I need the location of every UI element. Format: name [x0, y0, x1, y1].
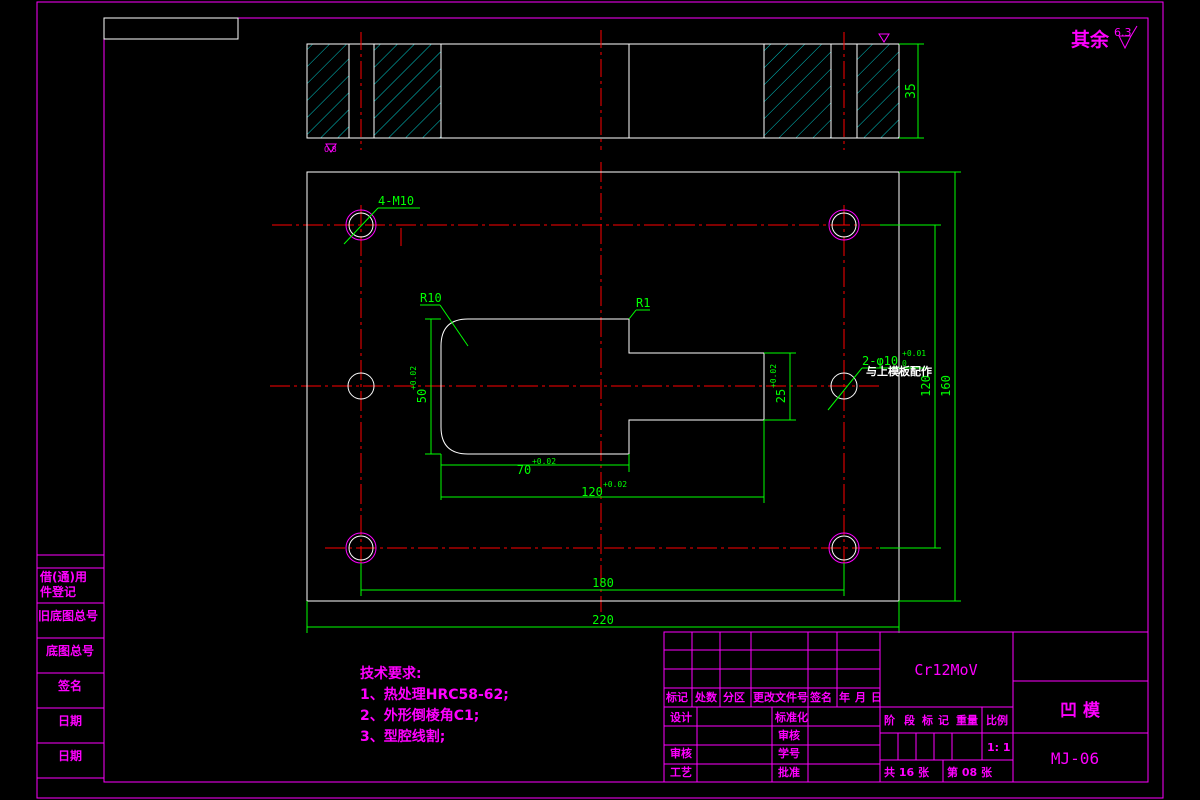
strip-label-2: 件登记	[40, 584, 76, 599]
thickness-dim: 35	[904, 83, 919, 99]
dim-plate-width: 220	[592, 613, 614, 627]
strip-label-3: 旧底图总号	[38, 608, 98, 623]
strip-label-7: 日期	[58, 748, 82, 763]
corner-code-box	[103, 17, 239, 40]
title-block: 标记 处数 分区 更改文件号 签名 年 月 日 设计 审核 工艺 标准化 审核 …	[663, 631, 1149, 783]
drawing-frame	[36, 1, 1164, 799]
strip-label-5: 签名	[57, 678, 82, 693]
dim-plate-height: 160	[939, 375, 953, 397]
hatch-region	[307, 44, 349, 138]
dim-total-cavity-tol: +0.02	[603, 480, 627, 489]
side-section-view: 35 0.8	[306, 30, 924, 154]
rev-col-4: 更改文件号	[753, 690, 808, 704]
dim-cavity-height-tol: +0.02	[409, 366, 418, 390]
rev-col-1: 标记	[665, 690, 688, 704]
rev-col-5: 签名	[809, 690, 832, 704]
outer-border	[36, 1, 1164, 799]
hatch-region	[374, 44, 441, 138]
tech-requirements: 技术要求: 1、热处理HRC58-62; 2、外形倒棱角C1; 3、型腔线割;	[360, 665, 509, 745]
hatch-region	[764, 44, 831, 138]
strip-label-4: 底图总号	[46, 643, 94, 658]
stage-3: 标	[921, 713, 933, 727]
plan-view: 4-M10 R10 R1 2-φ10 +0.01 0 50 +0.02 25 +…	[270, 162, 961, 633]
roughness-prefix: 其余	[1071, 28, 1110, 51]
pin-tol: +0.01	[902, 349, 926, 358]
tech-title: 技术要求:	[360, 665, 422, 682]
stage-scale: 比例	[986, 713, 1008, 727]
mid-standard: 标准化	[774, 710, 808, 724]
hole-callout: 4-M10	[378, 194, 414, 208]
pin-note: 与上模板配作	[866, 364, 932, 378]
dim-slot-height: 25	[774, 389, 788, 403]
roughness-value: 6.3	[1114, 26, 1132, 39]
dim-slot-height-tol: +0.02	[769, 364, 778, 388]
dim-cavity-width: 70	[517, 463, 531, 477]
stage-4: 记	[938, 714, 949, 727]
row-design: 设计	[670, 710, 692, 724]
rev-col-3: 分区	[723, 690, 745, 704]
scale-value: 1: 1	[987, 741, 1011, 754]
rev-col-8: 日	[871, 691, 882, 704]
mid-approve: 批准	[778, 765, 800, 779]
drawing-number: MJ-06	[1051, 749, 1099, 768]
stage-2: 段	[904, 713, 915, 727]
tech-item-1: 1、热处理HRC58-62;	[360, 686, 509, 703]
strip-label-1: 借(通)用	[39, 569, 87, 584]
sheets-total: 共 16 张	[884, 765, 930, 779]
sheet-number: 第 08 张	[947, 765, 993, 779]
hatch-region	[857, 44, 899, 138]
left-registration-strip: 借(通)用 件登记 旧底图总号 底图总号 签名 日期 日期	[37, 554, 105, 782]
tech-item-3: 3、型腔线割;	[360, 728, 445, 745]
cad-drawing: 借(通)用 件登记 旧底图总号 底图总号 签名 日期 日期 其余 6.3 35 …	[36, 1, 1164, 799]
rev-col-2: 处数	[694, 690, 718, 704]
tech-item-2: 2、外形倒棱角C1;	[360, 707, 479, 724]
radius-r10: R10	[420, 291, 442, 305]
part-name: 凹 模	[1060, 700, 1101, 721]
mid-student-no: 学号	[778, 746, 800, 760]
radius-r1: R1	[636, 296, 650, 310]
rev-col-7: 月	[854, 691, 866, 704]
roughness-small: 0.8	[324, 145, 337, 154]
dim-total-cavity: 120	[581, 485, 603, 499]
material: Cr12MoV	[914, 661, 977, 679]
inner-border	[103, 17, 1149, 783]
stage-weight: 重量	[956, 713, 978, 727]
rev-col-6: 年	[839, 690, 850, 704]
strip-label-6: 日期	[58, 713, 82, 728]
stage-1: 阶	[884, 713, 896, 727]
roughness-mark: 其余 6.3	[1071, 25, 1138, 51]
dim-hole-spacing-x: 180	[592, 576, 614, 590]
mid-review: 审核	[778, 728, 800, 742]
dim-cavity-width-tol: +0.02	[532, 457, 556, 466]
row-process: 工艺	[670, 765, 692, 779]
dim-hole-spacing-y: 120	[919, 375, 933, 397]
row-review: 审核	[670, 746, 692, 760]
